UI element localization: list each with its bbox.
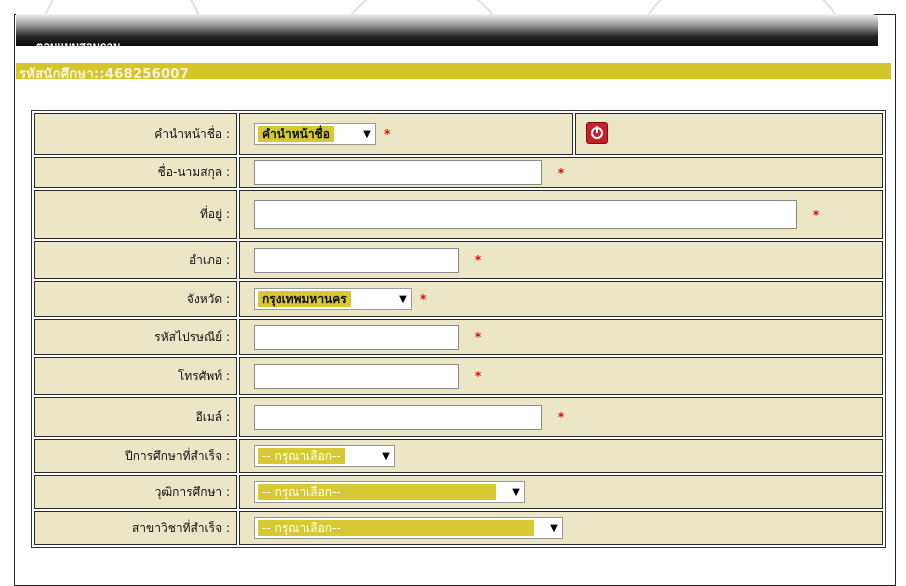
required-marker: * [474, 369, 482, 383]
required-marker: * [384, 127, 391, 141]
chevron-down-icon: ▼ [399, 293, 407, 305]
grad-year-selected: -- กรุณาเลือก-- [258, 448, 345, 464]
degree-select[interactable]: -- กรุณาเลือก-- ▼ [254, 481, 525, 503]
questionnaire-form: คำนำหน้าชื่อ : คำนำหน้าชื่อ ▼ * ชื่อ-นาม… [31, 110, 886, 548]
email-label: อีเมล์ : [34, 397, 237, 437]
required-marker: * [812, 207, 820, 222]
address-label: ที่อยู่ : [34, 190, 237, 239]
required-marker: * [557, 410, 565, 424]
student-id-text: รหัสนักศึกษา::468256007 [19, 67, 190, 82]
required-marker: * [474, 253, 482, 267]
postal-label: รหัสไปรษณีย์ : [34, 319, 237, 355]
required-marker: * [557, 165, 565, 180]
postal-code-input[interactable] [254, 324, 459, 350]
district-input[interactable] [254, 247, 459, 273]
major-label: สาขาวิชาที่สำเร็จ : [34, 511, 237, 545]
required-marker: * [474, 330, 482, 344]
page-title: ตอบแบบสอบถาม [36, 40, 121, 53]
degree-selected: -- กรุณาเลือก-- [258, 484, 496, 500]
prefix-select[interactable]: คำนำหน้าชื่อ ▼ [254, 123, 376, 145]
phone-label: โทรศัพท์ : [34, 357, 237, 395]
phone-input[interactable] [254, 363, 459, 389]
grad-year-select[interactable]: -- กรุณาเลือก-- ▼ [254, 445, 395, 467]
title-bar: ตอบแบบสอบถาม [16, 14, 878, 53]
chevron-down-icon: ▼ [512, 486, 520, 498]
prefix-selected: คำนำหน้าชื่อ [258, 126, 334, 142]
district-label: อำเภอ : [34, 241, 237, 279]
fullname-label: ชื่อ-นามสกุล : [34, 157, 237, 188]
province-select[interactable]: กรุงเทพมหานคร ▼ [254, 288, 412, 310]
prefix-label: คำนำหน้าชื่อ : [34, 113, 237, 155]
student-id-bar: รหัสนักศึกษา::468256007 [16, 63, 891, 82]
power-icon[interactable] [586, 121, 608, 144]
grad-year-label: ปีการศึกษาที่สำเร็จ : [34, 439, 237, 473]
chevron-down-icon: ▼ [550, 522, 558, 534]
fullname-input[interactable] [254, 160, 542, 185]
major-selected: -- กรุณาเลือก-- [258, 520, 534, 536]
chevron-down-icon: ▼ [382, 450, 390, 462]
email-input[interactable] [254, 404, 542, 430]
province-label: จังหวัด : [34, 281, 237, 317]
province-selected: กรุงเทพมหานคร [258, 291, 351, 307]
chevron-down-icon: ▼ [363, 128, 371, 140]
address-input[interactable] [254, 200, 797, 229]
degree-label: วุฒิการศึกษา : [34, 475, 237, 509]
major-select[interactable]: -- กรุณาเลือก-- ▼ [254, 517, 563, 539]
required-marker: * [420, 292, 427, 306]
